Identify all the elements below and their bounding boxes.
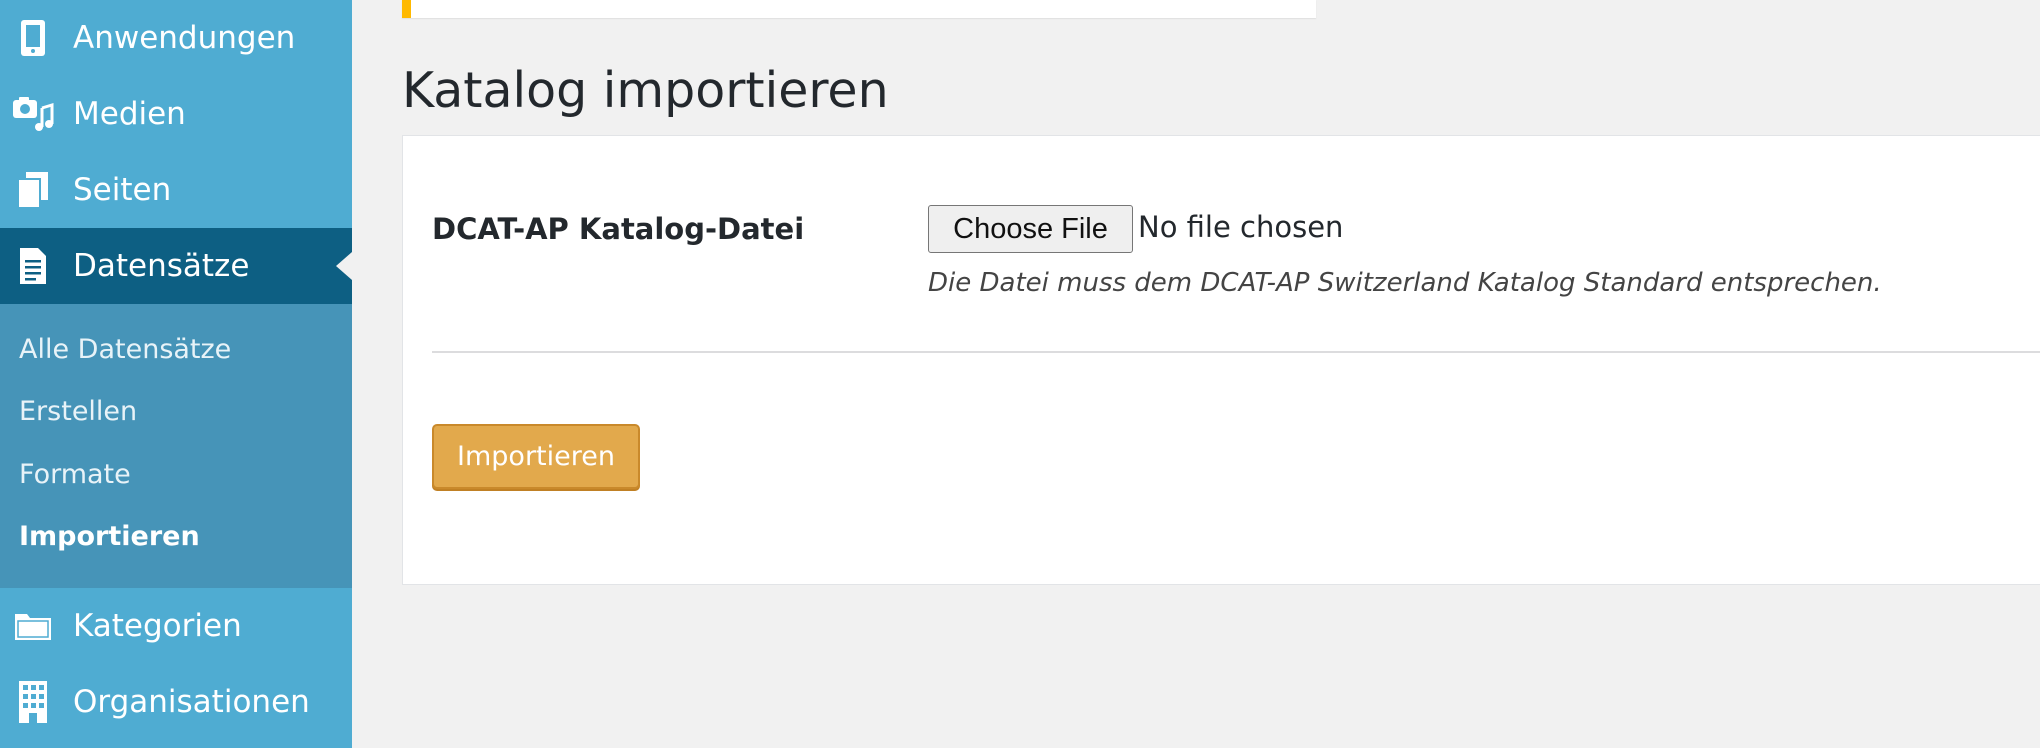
menu-item-organisationen[interactable]: Organisationen (0, 664, 352, 740)
admin-notice (402, 0, 1316, 18)
file-status-text: No file chosen (1138, 210, 1344, 244)
menu-item-kategorien[interactable]: Kategorien (0, 588, 352, 664)
submenu-item-erstellen[interactable]: Erstellen (19, 396, 137, 427)
menu-item-medien[interactable]: Medien (0, 76, 352, 152)
menu-label-medien: Medien (73, 96, 186, 132)
import-form: DCAT-AP Katalog-Datei Choose File No fil… (402, 135, 2040, 585)
menu-item-datensaetze[interactable]: Datensätze (0, 228, 352, 304)
menu-label-seiten: Seiten (73, 172, 172, 208)
submenu-item-importieren[interactable]: Importieren (19, 521, 200, 552)
menu-label-anwendungen: Anwendungen (73, 20, 296, 56)
menu-item-seiten[interactable]: Seiten (0, 152, 352, 228)
page-title: Katalog importieren (402, 62, 889, 119)
media-icon (12, 93, 54, 135)
menu-item-anwendungen[interactable]: Anwendungen (0, 0, 352, 76)
catalog-file-label: DCAT-AP Katalog-Datei (432, 212, 805, 246)
choose-file-button[interactable]: Choose File (928, 205, 1133, 253)
form-divider (432, 351, 2040, 353)
menu-label-datensaetze: Datensätze (73, 248, 250, 284)
menu-label-organisationen: Organisationen (73, 684, 310, 720)
building-icon (12, 681, 54, 723)
catalog-file-description: Die Datei muss dem DCAT-AP Switzerland K… (928, 268, 1882, 298)
datensaetze-submenu: Alle Datensätze Erstellen Formate Import… (0, 304, 352, 588)
admin-sidebar: Anwendungen Medien Seiten Datensätze All… (0, 0, 352, 748)
folder-icon (12, 605, 54, 647)
submenu-item-alle-datensaetze[interactable]: Alle Datensätze (19, 334, 231, 365)
submenu-item-formate[interactable]: Formate (19, 459, 131, 490)
document-icon (12, 245, 54, 287)
pages-icon (12, 169, 54, 211)
tablet-icon (12, 17, 54, 59)
import-button[interactable]: Importieren (432, 424, 640, 489)
menu-label-kategorien: Kategorien (73, 608, 242, 644)
